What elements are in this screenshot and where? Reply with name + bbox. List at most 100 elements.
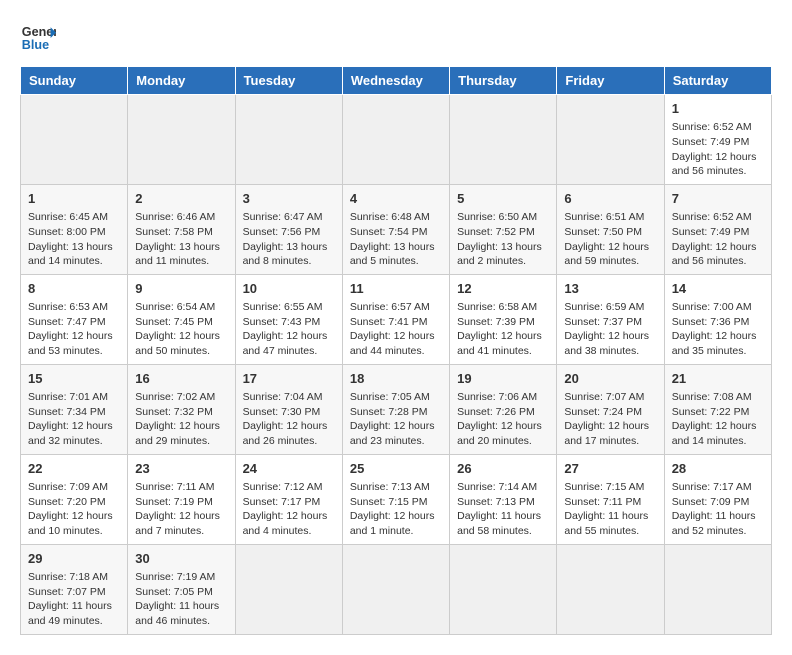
calendar-day: 30Sunrise: 7:19 AM Sunset: 7:05 PM Dayli… — [128, 544, 235, 634]
day-detail: Sunrise: 7:02 AM Sunset: 7:32 PM Dayligh… — [135, 390, 227, 449]
calendar-day: 1 Sunrise: 6:45 AM Sunset: 8:00 PM Daylig… — [21, 184, 128, 274]
day-detail: Sunrise: 6:52 AM Sunset: 7:49 PM Dayligh… — [672, 120, 764, 179]
day-number: 1 — [28, 190, 120, 208]
day-detail: Sunrise: 7:17 AM Sunset: 7:09 PM Dayligh… — [672, 480, 764, 539]
day-detail: Sunrise: 6:52 AM Sunset: 7:49 PM Dayligh… — [672, 210, 764, 269]
calendar-day: 16 Sunrise: 7:02 AM Sunset: 7:32 PM Dayli… — [128, 364, 235, 454]
day-number: 21 — [672, 370, 764, 388]
calendar-day — [450, 544, 557, 634]
calendar-day: 24 Sunrise: 7:12 AM Sunset: 7:17 PM Dayli… — [235, 454, 342, 544]
day-number: 14 — [672, 280, 764, 298]
day-number: 27 — [564, 460, 656, 478]
day-detail: Sunrise: 7:05 AM Sunset: 7:28 PM Dayligh… — [350, 390, 442, 449]
calendar-day: 14 Sunrise: 7:00 AM Sunset: 7:36 PM Dayli… — [664, 274, 771, 364]
day-number: 5 — [457, 190, 549, 208]
column-header-monday: Monday — [128, 67, 235, 95]
calendar-week-4: 15 Sunrise: 7:01 AM Sunset: 7:34 PM Dayli… — [21, 364, 772, 454]
day-number: 15 — [28, 370, 120, 388]
day-detail: Sunrise: 6:55 AM Sunset: 7:43 PM Dayligh… — [243, 300, 335, 359]
column-header-saturday: Saturday — [664, 67, 771, 95]
day-number: 18 — [350, 370, 442, 388]
calendar-day: 19Sunrise: 7:06 AM Sunset: 7:26 PM Dayli… — [450, 364, 557, 454]
day-detail: Sunrise: 7:04 AM Sunset: 7:30 PM Dayligh… — [243, 390, 335, 449]
calendar-day: 11Sunrise: 6:57 AM Sunset: 7:41 PM Dayli… — [342, 274, 449, 364]
day-number: 3 — [243, 190, 335, 208]
logo: General Blue — [20, 20, 56, 56]
day-detail: Sunrise: 6:46 AM Sunset: 7:58 PM Dayligh… — [135, 210, 227, 269]
day-detail: Sunrise: 6:45 AM Sunset: 8:00 PM Dayligh… — [28, 210, 120, 269]
day-number: 16 — [135, 370, 227, 388]
calendar-day: 10Sunrise: 6:55 AM Sunset: 7:43 PM Dayli… — [235, 274, 342, 364]
day-detail: Sunrise: 7:00 AM Sunset: 7:36 PM Dayligh… — [672, 300, 764, 359]
day-detail: Sunrise: 6:59 AM Sunset: 7:37 PM Dayligh… — [564, 300, 656, 359]
calendar-day: 2Sunrise: 6:46 AM Sunset: 7:58 PM Daylig… — [128, 184, 235, 274]
calendar-day: 13 Sunrise: 6:59 AM Sunset: 7:37 PM Dayli… — [557, 274, 664, 364]
calendar-table: SundayMondayTuesdayWednesdayThursdayFrid… — [20, 66, 772, 635]
calendar-day: 6 Sunrise: 6:51 AM Sunset: 7:50 PM Daylig… — [557, 184, 664, 274]
calendar-day: 28Sunrise: 7:17 AM Sunset: 7:09 PM Dayli… — [664, 454, 771, 544]
calendar-day: 18 Sunrise: 7:05 AM Sunset: 7:28 PM Dayli… — [342, 364, 449, 454]
calendar-day: 21 Sunrise: 7:08 AM Sunset: 7:22 PM Dayli… — [664, 364, 771, 454]
day-number: 6 — [564, 190, 656, 208]
day-detail: Sunrise: 7:15 AM Sunset: 7:11 PM Dayligh… — [564, 480, 656, 539]
calendar-day: 20Sunrise: 7:07 AM Sunset: 7:24 PM Dayli… — [557, 364, 664, 454]
logo-icon: General Blue — [20, 20, 56, 56]
calendar-week-3: 8 Sunrise: 6:53 AM Sunset: 7:47 PM Daylig… — [21, 274, 772, 364]
day-number: 4 — [350, 190, 442, 208]
day-detail: Sunrise: 6:48 AM Sunset: 7:54 PM Dayligh… — [350, 210, 442, 269]
calendar-day — [235, 95, 342, 185]
page-header: General Blue — [20, 20, 772, 56]
column-header-sunday: Sunday — [21, 67, 128, 95]
day-detail: Sunrise: 7:18 AM Sunset: 7:07 PM Dayligh… — [28, 570, 120, 629]
calendar-day — [21, 95, 128, 185]
day-detail: Sunrise: 7:13 AM Sunset: 7:15 PM Dayligh… — [350, 480, 442, 539]
day-detail: Sunrise: 7:12 AM Sunset: 7:17 PM Dayligh… — [243, 480, 335, 539]
day-detail: Sunrise: 6:51 AM Sunset: 7:50 PM Dayligh… — [564, 210, 656, 269]
day-number: 1 — [672, 100, 764, 118]
day-detail: Sunrise: 7:01 AM Sunset: 7:34 PM Dayligh… — [28, 390, 120, 449]
day-number: 9 — [135, 280, 227, 298]
day-detail: Sunrise: 6:58 AM Sunset: 7:39 PM Dayligh… — [457, 300, 549, 359]
day-detail: Sunrise: 6:47 AM Sunset: 7:56 PM Dayligh… — [243, 210, 335, 269]
calendar-day: 7 Sunrise: 6:52 AM Sunset: 7:49 PM Daylig… — [664, 184, 771, 274]
day-number: 13 — [564, 280, 656, 298]
calendar-day: 26 Sunrise: 7:14 AM Sunset: 7:13 PM Dayli… — [450, 454, 557, 544]
column-header-thursday: Thursday — [450, 67, 557, 95]
calendar-day: 3 Sunrise: 6:47 AM Sunset: 7:56 PM Daylig… — [235, 184, 342, 274]
day-number: 24 — [243, 460, 335, 478]
day-detail: Sunrise: 6:50 AM Sunset: 7:52 PM Dayligh… — [457, 210, 549, 269]
day-detail: Sunrise: 7:14 AM Sunset: 7:13 PM Dayligh… — [457, 480, 549, 539]
calendar-day: 27 Sunrise: 7:15 AM Sunset: 7:11 PM Dayli… — [557, 454, 664, 544]
day-number: 22 — [28, 460, 120, 478]
calendar-day: 9Sunrise: 6:54 AM Sunset: 7:45 PM Daylig… — [128, 274, 235, 364]
calendar-day: 1 Sunrise: 6:52 AM Sunset: 7:49 PM Daylig… — [664, 95, 771, 185]
day-number: 25 — [350, 460, 442, 478]
day-number: 8 — [28, 280, 120, 298]
day-number: 7 — [672, 190, 764, 208]
calendar-day — [664, 544, 771, 634]
calendar-day: 23 Sunrise: 7:11 AM Sunset: 7:19 PM Dayli… — [128, 454, 235, 544]
day-detail: Sunrise: 6:53 AM Sunset: 7:47 PM Dayligh… — [28, 300, 120, 359]
calendar-week-2: 1 Sunrise: 6:45 AM Sunset: 8:00 PM Daylig… — [21, 184, 772, 274]
calendar-day — [450, 95, 557, 185]
day-number: 26 — [457, 460, 549, 478]
day-detail: Sunrise: 7:09 AM Sunset: 7:20 PM Dayligh… — [28, 480, 120, 539]
calendar-week-1: 1 Sunrise: 6:52 AM Sunset: 7:49 PM Daylig… — [21, 95, 772, 185]
day-number: 19 — [457, 370, 549, 388]
day-number: 12 — [457, 280, 549, 298]
day-detail: Sunrise: 7:08 AM Sunset: 7:22 PM Dayligh… — [672, 390, 764, 449]
day-number: 23 — [135, 460, 227, 478]
calendar-day — [128, 95, 235, 185]
calendar-day: 17 Sunrise: 7:04 AM Sunset: 7:30 PM Dayli… — [235, 364, 342, 454]
day-detail: Sunrise: 7:19 AM Sunset: 7:05 PM Dayligh… — [135, 570, 227, 629]
svg-text:Blue: Blue — [22, 38, 49, 52]
calendar-day: 15 Sunrise: 7:01 AM Sunset: 7:34 PM Dayli… — [21, 364, 128, 454]
column-header-wednesday: Wednesday — [342, 67, 449, 95]
day-number: 17 — [243, 370, 335, 388]
calendar-day: 22 Sunrise: 7:09 AM Sunset: 7:20 PM Dayli… — [21, 454, 128, 544]
calendar-day — [557, 544, 664, 634]
day-number: 20 — [564, 370, 656, 388]
column-header-tuesday: Tuesday — [235, 67, 342, 95]
calendar-day: 8 Sunrise: 6:53 AM Sunset: 7:47 PM Daylig… — [21, 274, 128, 364]
day-detail: Sunrise: 7:11 AM Sunset: 7:19 PM Dayligh… — [135, 480, 227, 539]
